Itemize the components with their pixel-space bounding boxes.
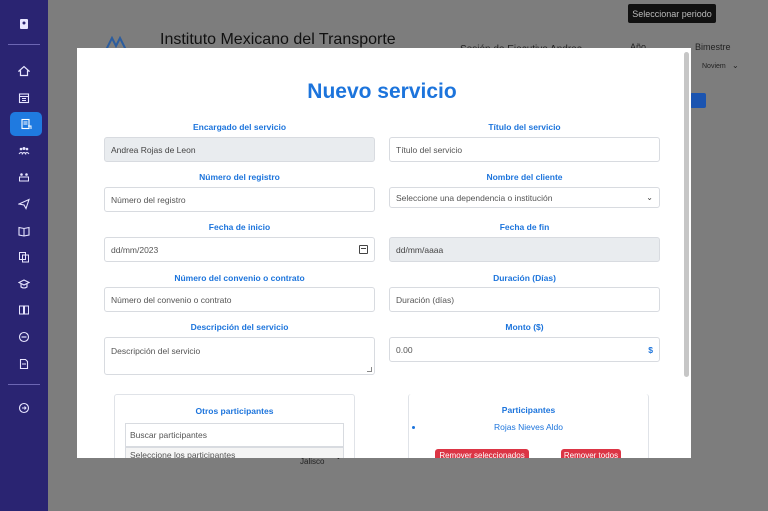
bimester-select-value[interactable]: Noviem — [702, 63, 726, 70]
bimester-label: Bimestre — [695, 42, 731, 52]
team-icon[interactable] — [0, 167, 48, 187]
amount-label: Monto ($) — [505, 322, 544, 332]
registry-number-label: Número del registro — [199, 172, 280, 182]
participants-search-placeholder: Buscar participantes — [130, 430, 208, 440]
registry-number-placeholder: Número del registro — [111, 194, 186, 205]
participants-title: Participantes — [501, 405, 556, 415]
agreement-number-label: Número del convenio o contrato — [174, 273, 305, 283]
open-book-icon[interactable] — [0, 300, 48, 320]
document-icon[interactable] — [0, 354, 48, 374]
registry-number-input[interactable]: Número del registro — [104, 187, 375, 212]
manager-value: Andrea Rojas de Leon — [111, 144, 196, 155]
end-date-input: dd/mm/aaaa — [389, 237, 660, 262]
manager-field: Andrea Rojas de Leon — [104, 137, 375, 162]
participants-select-placeholder: Seleccione los participantes — [130, 450, 236, 458]
chevron-down-icon: ⌄ — [646, 193, 653, 202]
calendar-icon[interactable] — [359, 245, 368, 254]
minus-circle-icon[interactable] — [0, 327, 48, 347]
start-date-input[interactable]: dd/mm/2023 — [104, 237, 375, 262]
end-date-label: Fecha de fin — [499, 222, 550, 232]
dollar-icon: $ — [648, 344, 653, 355]
duration-input[interactable]: Duración (días) — [389, 287, 660, 312]
service-title-label: Título del servicio — [488, 122, 561, 132]
description-placeholder: Descripción del servicio — [111, 346, 201, 356]
services-icon[interactable] — [10, 112, 42, 136]
description-label: Descripción del servicio — [190, 322, 289, 332]
client-name-label: Nombre del cliente — [486, 172, 563, 182]
amount-input[interactable]: 0.00 $ — [389, 337, 660, 362]
sidebar-divider — [8, 384, 40, 385]
participant-item[interactable]: Rojas Nieves Aldo — [494, 422, 563, 432]
background-action-button[interactable] — [690, 93, 706, 108]
new-service-modal: Nuevo servicio Encargado del servicio An… — [77, 48, 691, 458]
start-date-label: Fecha de inicio — [208, 222, 271, 232]
app-logo-icon[interactable] — [0, 14, 48, 34]
institute-title: Instituto Mexicano del Transporte — [160, 31, 396, 48]
home-icon[interactable] — [0, 61, 48, 81]
users-icon[interactable] — [0, 141, 48, 161]
end-date-value: dd/mm/aaaa — [396, 244, 444, 255]
send-icon[interactable] — [0, 194, 48, 214]
projects-icon[interactable] — [0, 247, 48, 267]
modal-title: Nuevo servicio — [307, 80, 457, 103]
participants-search-input[interactable]: Buscar participantes — [125, 423, 344, 447]
duration-placeholder: Duración (días) — [396, 294, 455, 305]
service-title-placeholder: Título del servicio — [396, 144, 463, 155]
start-date-value: dd/mm/2023 — [111, 244, 159, 255]
client-name-select[interactable]: Seleccione una dependencia o institución… — [389, 187, 660, 208]
book-icon[interactable] — [0, 221, 48, 241]
agreement-number-placeholder: Número del convenio o contrato — [111, 294, 232, 305]
agreement-number-input[interactable]: Número del convenio o contrato — [104, 287, 375, 312]
list-bullet — [412, 426, 415, 429]
remove-selected-button[interactable]: Remover seleccionados — [435, 449, 529, 458]
state-value: Jalisco — [300, 457, 325, 466]
resize-handle-icon[interactable] — [367, 367, 372, 372]
client-name-value: Seleccione una dependencia o institución — [396, 192, 553, 203]
sidebar — [0, 0, 48, 511]
select-period-button[interactable]: Seleccionar periodo — [628, 4, 716, 23]
amount-value: 0.00 — [396, 344, 413, 355]
participants-select[interactable]: Seleccione los participantes — [125, 447, 344, 458]
calendar-icon[interactable] — [0, 88, 48, 108]
other-participants-title: Otros participantes — [195, 406, 274, 416]
graduation-cap-icon[interactable] — [0, 274, 48, 294]
logout-icon[interactable] — [0, 398, 48, 418]
sidebar-divider — [8, 44, 40, 45]
description-textarea[interactable]: Descripción del servicio — [104, 337, 375, 375]
chevron-down-icon: ⌄ — [732, 61, 739, 70]
duration-label: Duración (Días) — [493, 273, 556, 283]
service-title-input[interactable]: Título del servicio — [389, 137, 660, 162]
remove-all-button[interactable]: Remover todos — [561, 449, 621, 458]
manager-label: Encargado del servicio — [192, 122, 287, 132]
